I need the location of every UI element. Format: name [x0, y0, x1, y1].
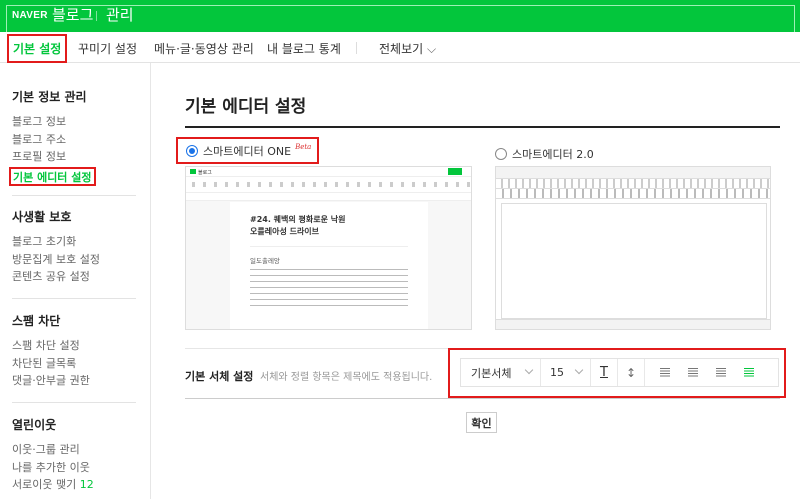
preview-post-title-2: 오를레아성 드라이브	[250, 227, 320, 236]
preview-subheading: 일도출레앙	[250, 257, 280, 265]
tab-menu-post-video[interactable]: 메뉴·글·동영상 관리	[154, 40, 254, 57]
font-size-select[interactable]: 15	[541, 359, 591, 386]
preview-statusbar	[496, 319, 770, 329]
sidebar-group-basic: 기본 정보 관리 블로그 정보 블로그 주소 프로필 정보 기본 에디터 설정	[9, 88, 136, 186]
text-color-button[interactable]: T	[591, 359, 618, 386]
align-justify-icon[interactable]	[744, 368, 754, 377]
sidebar-item-added-me[interactable]: 나를 추가한 이웃	[12, 459, 136, 477]
line-height-button[interactable]: ↕	[618, 359, 645, 386]
divider	[356, 42, 357, 54]
sidebar-item-spam-settings[interactable]: 스팸 차단 설정	[12, 337, 136, 355]
editor-2-label: 스마트에디터 2.0	[512, 148, 594, 161]
all-view-label: 전체보기	[379, 42, 424, 56]
sidebar-item-reset[interactable]: 블로그 초기화	[12, 233, 136, 251]
sidebar-item-neighbor-groups[interactable]: 이웃·그룹 관리	[12, 441, 136, 459]
preview-toolbar	[496, 179, 770, 189]
preview-topbar: 블로그	[186, 167, 471, 177]
preview-header-bar	[496, 167, 770, 179]
align-left-icon[interactable]	[660, 368, 670, 377]
sidebar-group-privacy: 사생활 보호 블로그 초기화 방문집계 보호 설정 콘텐츠 공유 설정	[12, 208, 136, 286]
text-color-icon: T	[600, 365, 608, 380]
blog-icon	[190, 169, 196, 174]
editor-2-radio[interactable]: 스마트에디터 2.0	[495, 146, 594, 162]
font-family-select[interactable]: 기본서체	[461, 359, 541, 386]
publish-button	[448, 168, 462, 175]
font-settings-label: 기본 서체 설정	[185, 370, 254, 383]
group-title: 기본 정보 관리	[12, 90, 87, 104]
top-header: NAVER 블로그 관리	[0, 0, 800, 32]
preview-document	[501, 203, 767, 319]
blog-link[interactable]: 블로그	[52, 4, 93, 25]
chevron-down-icon	[524, 365, 534, 375]
divider	[250, 246, 408, 247]
align-center-icon[interactable]	[688, 368, 698, 377]
sidebar-item-editor-settings[interactable]: 기본 에디터 설정	[9, 166, 96, 186]
chevron-down-icon	[574, 365, 584, 375]
font-size-value: 15	[550, 366, 564, 379]
sidebar: 기본 정보 관리 블로그 정보 블로그 주소 프로필 정보 기본 에디터 설정 …	[0, 63, 151, 499]
group-title: 열린이웃	[12, 418, 57, 432]
sidebar-item-mutual[interactable]: 서로이웃 맺기 12	[12, 476, 136, 494]
sidebar-item-blocked-posts[interactable]: 차단된 글목록	[12, 355, 136, 373]
line-height-icon: ↕	[625, 365, 637, 380]
divider	[12, 195, 136, 196]
mutual-count: 12	[79, 478, 94, 491]
preview-format-bar	[186, 193, 471, 201]
manage-title[interactable]: 관리	[106, 4, 134, 25]
divider	[12, 402, 136, 403]
font-settings-desc: 서체와 정렬 항목은 제목에도 적용됩니다.	[260, 372, 433, 383]
tab-decorate[interactable]: 꾸미기 설정	[78, 40, 137, 57]
naver-logo[interactable]: NAVER	[12, 10, 48, 21]
sidebar-item-blog-address[interactable]: 블로그 주소	[12, 131, 136, 149]
preview-app-name: 블로그	[198, 170, 212, 176]
font-family-value: 기본서체	[471, 366, 512, 380]
radio-checked-icon	[186, 145, 198, 157]
all-view-dropdown[interactable]: 전체보기 ⌵	[379, 40, 436, 57]
sidebar-item-comment-permission[interactable]: 댓글·안부글 권한	[12, 372, 136, 390]
preview-toolbar	[186, 177, 471, 193]
chevron-down-icon: ⌵	[427, 42, 437, 56]
editor-one-label: 스마트에디터 ONE	[203, 145, 292, 158]
preview-body-text	[250, 269, 408, 309]
sidebar-item-blog-info[interactable]: 블로그 정보	[12, 113, 136, 131]
sidebar-item-content-share[interactable]: 콘텐츠 공유 설정	[12, 268, 136, 286]
sidebar-item-visit-protect[interactable]: 방문집계 보호 설정	[12, 251, 136, 269]
align-right-icon[interactable]	[716, 368, 726, 377]
beta-badge: Beta	[295, 143, 312, 151]
top-nav: 기본 설정 꾸미기 설정 메뉴·글·동영상 관리 내 블로그 통계 전체보기 ⌵	[0, 32, 800, 63]
sidebar-group-spam: 스팸 차단 스팸 차단 설정 차단된 글목록 댓글·안부글 권한	[12, 312, 136, 390]
radio-unchecked-icon	[495, 148, 507, 160]
tab-basic-settings[interactable]: 기본 설정	[7, 34, 68, 63]
editor-2-preview[interactable]	[495, 166, 771, 330]
sidebar-item-profile[interactable]: 프로필 정보	[12, 148, 136, 166]
editor-one-radio[interactable]: 스마트에디터 ONE Beta	[176, 137, 320, 164]
title-underline	[185, 126, 780, 128]
tab-stats[interactable]: 내 블로그 통계	[267, 40, 341, 57]
preview-document: #24. 퀘백의 평화로운 낙원 오를레아성 드라이브 일도출레앙	[230, 202, 428, 329]
preview-post-title-1: #24. 퀘백의 평화로운 낙원	[250, 215, 346, 224]
align-group	[645, 359, 763, 386]
divider	[96, 11, 97, 21]
divider	[12, 298, 136, 299]
confirm-button[interactable]: 확인	[466, 412, 497, 433]
group-title: 사생활 보호	[12, 210, 72, 224]
font-controls: 기본서체 15 T ↕	[460, 358, 779, 387]
page-title: 기본 에디터 설정	[185, 97, 307, 117]
preview-format-bar	[496, 189, 770, 199]
mutual-label: 서로이웃 맺기	[12, 478, 77, 491]
sidebar-group-neighbors: 열린이웃 이웃·그룹 관리 나를 추가한 이웃 서로이웃 맺기 12	[12, 416, 136, 494]
group-title: 스팸 차단	[12, 314, 61, 328]
editor-one-preview[interactable]: 블로그 #24. 퀘백의 평화로운 낙원 오를레아성 드라이브 일도출레앙	[185, 166, 472, 330]
